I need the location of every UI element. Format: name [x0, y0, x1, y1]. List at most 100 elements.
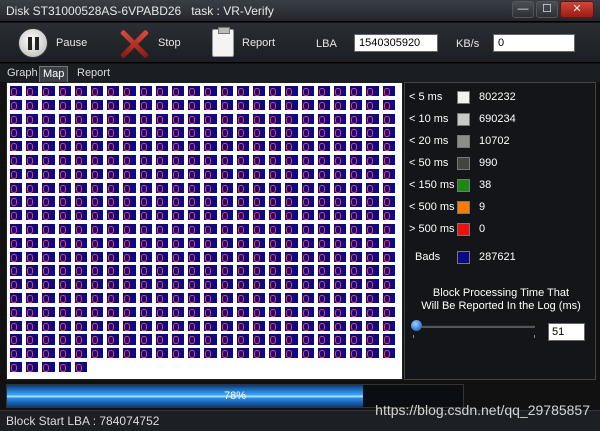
map-cell [25, 250, 40, 263]
map-cell [73, 223, 88, 236]
bpt-slider-thumb[interactable] [411, 320, 422, 331]
close-button[interactable]: ✕ [560, 1, 594, 18]
map-cell [203, 223, 218, 236]
map-cell [73, 333, 88, 346]
map-cell [365, 223, 380, 236]
map-cell [25, 305, 40, 319]
map-cell [41, 209, 56, 222]
map-cell [203, 154, 218, 167]
map-cell [41, 333, 56, 346]
minimize-button[interactable]: — [512, 1, 534, 18]
map-cell [365, 98, 380, 112]
map-cell [349, 347, 364, 360]
maximize-button[interactable]: ☐ [536, 1, 558, 18]
map-cell [284, 112, 299, 125]
map-cell [171, 319, 186, 332]
map-cell [171, 250, 186, 263]
tab-report[interactable]: Report [74, 66, 113, 82]
map-cell [57, 85, 72, 98]
map-cell [41, 195, 56, 208]
map-cell [154, 85, 169, 98]
map-cell [235, 209, 250, 222]
map-cell [316, 305, 331, 319]
pause-button[interactable]: Pause [18, 26, 87, 60]
map-cell [349, 333, 364, 346]
map-cell [203, 195, 218, 208]
map-cell [333, 112, 348, 125]
map-cell [235, 223, 250, 236]
map-cell [41, 292, 56, 305]
map-cell [122, 154, 137, 167]
map-cell [122, 126, 137, 139]
map-cell [349, 223, 364, 236]
map-cell [333, 181, 348, 194]
lba-field[interactable]: 1540305920 [354, 34, 438, 52]
bpt-slider-track[interactable] [413, 325, 535, 328]
map-cell [316, 112, 331, 125]
map-cell [154, 223, 169, 236]
map-cell [300, 154, 315, 167]
map-cell [57, 347, 72, 360]
map-cell [219, 209, 234, 222]
map-cell [9, 305, 24, 319]
block-processing-time-label: Block Processing Time That Will Be Repor… [415, 287, 587, 313]
legend-label: < 50 ms [409, 157, 449, 169]
map-cell [252, 112, 267, 125]
map-cell [187, 264, 202, 277]
map-cell [138, 292, 153, 305]
map-cell [349, 98, 364, 112]
map-cell [187, 292, 202, 305]
title-bar: Disk ST31000528AS-6VPABD26 task : VR-Ver… [0, 0, 600, 22]
map-cell [381, 292, 396, 305]
map-cell [381, 347, 396, 360]
stop-button[interactable]: Stop [118, 26, 181, 60]
map-cell [57, 264, 72, 277]
kbs-field[interactable]: 0 [493, 34, 575, 52]
map-cell [138, 278, 153, 291]
map-cell [25, 167, 40, 181]
map-cell [300, 195, 315, 208]
legend-label: < 5 ms [409, 91, 443, 103]
map-cell [57, 361, 72, 374]
map-cell [73, 154, 88, 167]
map-cell [9, 319, 24, 332]
report-button[interactable]: Report [212, 26, 275, 60]
map-cell [187, 223, 202, 236]
map-cell [138, 305, 153, 319]
map-cell [122, 112, 137, 125]
map-cell [41, 85, 56, 98]
map-cell [90, 278, 105, 291]
map-cell [9, 85, 24, 98]
bpt-value-field[interactable]: 51 [548, 323, 585, 341]
map-cell [57, 278, 72, 291]
map-cell [154, 319, 169, 332]
map-cell [25, 223, 40, 236]
map-cell [349, 209, 364, 222]
map-cell [187, 278, 202, 291]
map-cell [154, 209, 169, 222]
tab-graph[interactable]: Graph [4, 66, 41, 82]
map-cell [57, 126, 72, 139]
map-cell [284, 333, 299, 346]
map-cell [333, 278, 348, 291]
map-cell [235, 85, 250, 98]
map-cell [333, 209, 348, 222]
legend-swatch [457, 201, 470, 214]
bpt-line-2: Will Be Reported In the Log (ms) [421, 300, 581, 312]
map-cell [187, 305, 202, 319]
map-cell [187, 126, 202, 139]
map-cell [333, 126, 348, 139]
map-cell [349, 140, 364, 153]
map-cell [122, 223, 137, 236]
map-cell [57, 112, 72, 125]
map-cell [106, 250, 121, 263]
map-cell [349, 126, 364, 139]
map-cell [300, 112, 315, 125]
map-cell [365, 167, 380, 181]
map-cell [9, 181, 24, 194]
window-title: Disk ST31000528AS-6VPABD26 task : VR-Ver… [6, 4, 274, 18]
legend-label: < 20 ms [409, 135, 449, 147]
tab-map[interactable]: Map [39, 66, 69, 82]
bpt-line-1: Block Processing Time That [432, 287, 570, 299]
map-cell [138, 333, 153, 346]
